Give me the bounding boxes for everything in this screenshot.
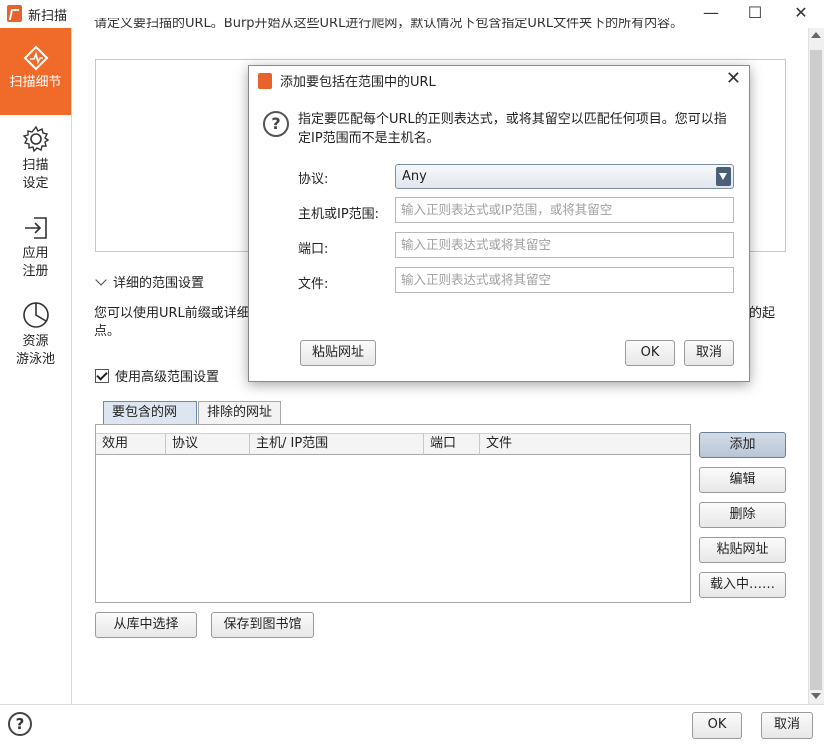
- dialog-description: 指定要匹配每个URL的正则表达式，或将其留空以匹配任何项目。您可以指定IP范围而…: [298, 112, 727, 146]
- gear-icon: [22, 125, 49, 153]
- cancel-button[interactable]: 取消: [761, 712, 813, 739]
- add-url-dialog: 添加要包括在范围中的URL ✕ ? 指定要匹配每个URL的正则表达式，或将其留空…: [248, 65, 750, 382]
- host-label: 主机或IP范围:: [298, 207, 380, 222]
- file-label: 文件:: [298, 277, 329, 292]
- tab-include-urls[interactable]: 要包含的网址: [103, 401, 197, 442]
- dialog-title: 添加要包括在范围中的URL: [280, 75, 436, 90]
- edit-button[interactable]: 编辑: [699, 467, 786, 493]
- column-header-host[interactable]: 主机/ IP范围: [250, 434, 424, 455]
- protocol-select[interactable]: Any: [395, 164, 734, 189]
- sidebar-item-label: 扫描细节: [9, 75, 62, 90]
- select-from-library-button[interactable]: 从库中选择: [95, 612, 197, 638]
- column-header-enabled[interactable]: 效用: [96, 434, 166, 455]
- dialog-ok-button[interactable]: OK: [625, 340, 675, 366]
- port-label: 端口:: [298, 242, 329, 257]
- sidebar-item-resource-pool[interactable]: 资源 游泳池: [0, 300, 71, 372]
- port-input[interactable]: 输入正则表达式或将其留空: [395, 232, 734, 258]
- sidebar: 扫描细节 扫描 设定 应用 注册 资源 游泳池: [0, 28, 72, 704]
- host-input[interactable]: 输入正则表达式或IP范围，或将其留空: [395, 197, 734, 223]
- scroll-up-icon[interactable]: [811, 32, 821, 38]
- scan-details-icon: [23, 45, 48, 71]
- advanced-scope-checkbox[interactable]: [95, 369, 109, 383]
- column-header-port[interactable]: 端口: [424, 434, 480, 455]
- sidebar-item-label: 应用 注册: [22, 246, 49, 279]
- sidebar-item-label: 扫描 设定: [22, 158, 49, 191]
- help-icon[interactable]: ?: [8, 712, 32, 736]
- column-header-protocol[interactable]: 协议: [166, 434, 250, 455]
- login-arrow-icon: [24, 217, 47, 239]
- advanced-scope-label: 使用高级范围设置: [115, 370, 220, 385]
- chevron-down-icon[interactable]: [716, 167, 731, 186]
- question-icon: ?: [263, 111, 289, 137]
- ok-button[interactable]: OK: [692, 712, 742, 739]
- load-button[interactable]: 载入中……: [699, 572, 786, 598]
- dialog-paste-url-button[interactable]: 粘贴网址: [300, 340, 376, 366]
- column-header-file[interactable]: 文件: [480, 434, 690, 455]
- protocol-value: Any: [402, 169, 427, 184]
- burp-logo-icon: [258, 73, 272, 89]
- sidebar-item-scan-settings[interactable]: 扫描 设定: [0, 124, 71, 196]
- window-close-button[interactable]: ✕: [778, 0, 824, 28]
- sidebar-item-app-login[interactable]: 应用 注册: [0, 214, 71, 286]
- scope-toggle-label: 详细的范围设置: [113, 276, 205, 291]
- scrollbar-thumb[interactable]: [810, 50, 822, 690]
- dialog-close-button[interactable]: ✕: [726, 68, 741, 89]
- detailed-scope-toggle[interactable]: 详细的范围设置: [94, 272, 204, 291]
- maximize-button[interactable]: ☐: [732, 0, 778, 28]
- sidebar-item-scan-details[interactable]: 扫描细节: [0, 28, 71, 115]
- minimize-button[interactable]: —: [688, 0, 734, 28]
- save-to-library-button[interactable]: 保存到图书馆: [211, 612, 314, 638]
- window-title: 新扫描: [28, 9, 68, 24]
- protocol-label: 协议:: [298, 172, 329, 187]
- advanced-scope-checkbox-row[interactable]: 使用高级范围设置: [95, 366, 219, 385]
- burp-logo-icon: [7, 5, 22, 22]
- add-button[interactable]: 添加: [699, 432, 786, 458]
- file-input[interactable]: 输入正则表达式或将其留空: [395, 267, 734, 293]
- delete-button[interactable]: 删除: [699, 502, 786, 528]
- dialog-cancel-button[interactable]: 取消: [684, 340, 734, 366]
- sidebar-item-label: 资源 游泳池: [15, 334, 55, 367]
- chevron-down-icon: [95, 274, 107, 286]
- tab-exclude-urls[interactable]: 排除的网址: [198, 401, 281, 425]
- scroll-down-icon[interactable]: [811, 693, 821, 699]
- table-header: 效用 协议 主机/ IP范围 端口 文件: [96, 433, 690, 455]
- paste-url-button[interactable]: 粘贴网址: [699, 537, 786, 563]
- scan-urls-instructions: 请定义要扫描的URL。Burp开始从这些URL进行爬网，默认情况下包含指定URL…: [94, 18, 684, 31]
- pie-chart-icon: [22, 302, 49, 328]
